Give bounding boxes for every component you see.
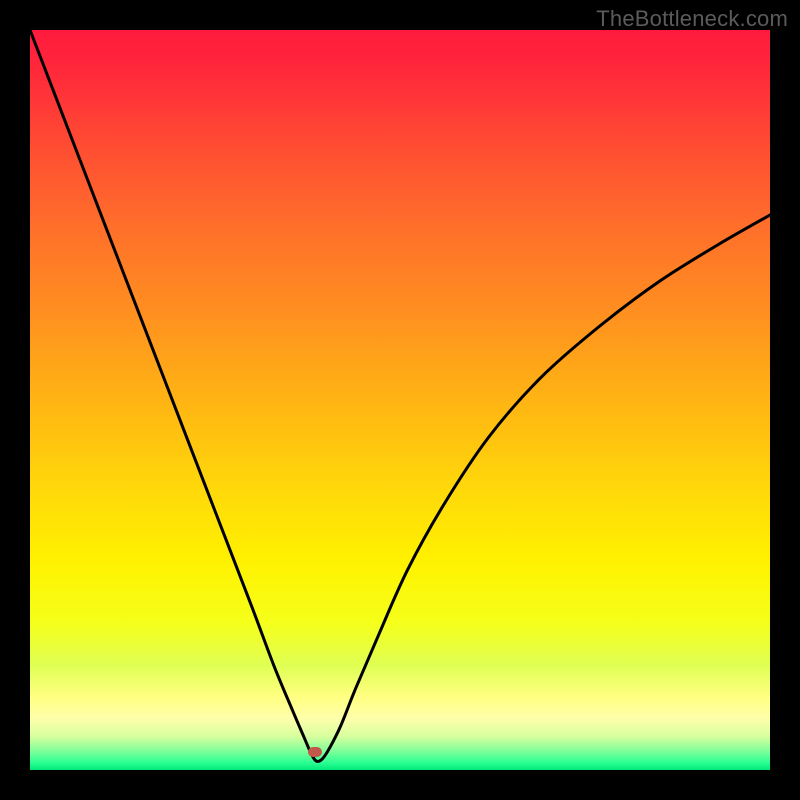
chart-frame: TheBottleneck.com [0, 0, 800, 800]
watermark-text: TheBottleneck.com [596, 6, 788, 32]
min-marker [308, 747, 322, 757]
plot-area [30, 30, 770, 770]
data-curve [30, 30, 770, 770]
